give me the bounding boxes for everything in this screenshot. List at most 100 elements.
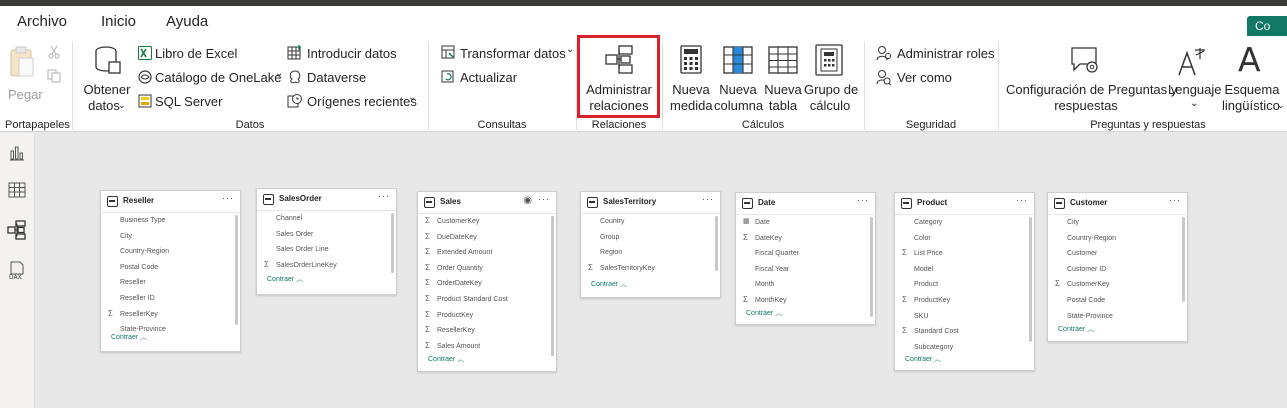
model-canvas[interactable]: Reseller ··· Business Type City Country-Regi… <box>36 133 1287 408</box>
field-row[interactable]: Reseller ID <box>101 293 240 309</box>
scrollbar[interactable] <box>551 216 554 356</box>
manage-roles-button[interactable]: Administrar roles <box>875 45 995 63</box>
view-as-button[interactable]: Ver como <box>875 69 955 87</box>
collapse-link[interactable]: Contraer ︿ <box>746 308 782 318</box>
field-row[interactable]: Σ Order Quantity <box>418 263 556 279</box>
collapse-link[interactable]: Contraer ︿ <box>267 274 303 284</box>
more-options-icon[interactable]: ··· <box>702 194 714 204</box>
calc-group-button[interactable]: Grupo de cálculo <box>804 42 858 116</box>
table-header[interactable]: SalesOrder ··· <box>257 189 396 211</box>
field-row[interactable]: Σ ProductKey <box>895 295 1034 311</box>
table-card-sales[interactable]: Sales ··· ◉ Σ CustomerKey Σ DueDateKey Σ Extende… <box>417 191 557 372</box>
field-row[interactable]: Postal Code <box>1048 295 1187 311</box>
field-row[interactable]: Σ ResellerKey <box>101 309 240 325</box>
table-card-customer[interactable]: Customer ··· City Country-Region Customer Cus… <box>1047 192 1188 342</box>
table-card-salesterritory[interactable]: SalesTerritory ··· Country Group Region Σ Sale… <box>580 191 721 298</box>
qa-config-button[interactable]: Configuración de Preguntas y respuestas <box>1006 42 1177 116</box>
field-row[interactable]: Fiscal Quarter <box>736 248 875 264</box>
table-card-product[interactable]: Product ··· Category Color Σ List Price Model P… <box>894 192 1035 371</box>
field-row[interactable]: Month <box>736 279 875 295</box>
table-header[interactable]: Sales ··· ◉ <box>418 192 556 214</box>
more-options-icon[interactable]: ··· <box>1169 195 1181 205</box>
field-row[interactable]: Country <box>581 216 720 232</box>
paste-button[interactable]: Pegar <box>5 42 43 102</box>
tab-archivo[interactable]: Archivo <box>17 13 67 30</box>
field-row[interactable]: Σ SalesTerritoryKey <box>581 263 720 279</box>
excel-button[interactable]: Libro de Excel <box>136 45 237 63</box>
field-row[interactable]: Σ ProductKey <box>418 310 556 326</box>
recent-sources-button[interactable]: Orígenes recientes ⌄ <box>286 92 418 111</box>
field-row[interactable]: ▦ Date <box>736 217 875 233</box>
new-table-button[interactable]: Nueva tabla <box>764 42 802 116</box>
field-row[interactable]: Group <box>581 232 720 248</box>
field-row[interactable]: Color <box>895 233 1034 249</box>
collapse-link[interactable]: Contraer ︿ <box>1058 324 1094 334</box>
field-row[interactable]: Country-Region <box>101 246 240 262</box>
dax-query-view-icon[interactable]: DAX <box>7 260 27 280</box>
more-options-icon[interactable]: ··· <box>1016 195 1028 205</box>
report-view-icon[interactable] <box>7 143 27 163</box>
copy-icon[interactable] <box>47 69 61 83</box>
new-column-button[interactable]: Nueva columna <box>714 42 763 116</box>
dataverse-button[interactable]: Dataverse <box>286 69 366 87</box>
collapse-link[interactable]: Contraer ︿ <box>428 354 464 364</box>
table-card-date[interactable]: Date ··· ▦ Date Σ DateKey Fiscal Quarter Fiscal… <box>735 192 876 325</box>
field-row[interactable]: Postal Code <box>101 262 240 278</box>
table-header[interactable]: SalesTerritory ··· <box>581 192 720 214</box>
refresh-button[interactable]: Actualizar <box>440 69 520 87</box>
collapse-link[interactable]: Contraer ︿ <box>905 354 941 364</box>
field-row[interactable]: Σ Product Standard Cost <box>418 294 556 310</box>
scrollbar[interactable] <box>1182 217 1185 302</box>
field-row[interactable]: SKU <box>895 311 1034 327</box>
field-row[interactable]: Sales Order Line <box>257 244 396 260</box>
field-row[interactable]: Σ OrderDateKey <box>418 278 556 294</box>
field-row[interactable]: Customer <box>1048 248 1187 264</box>
table-header[interactable]: Reseller ··· <box>101 191 240 213</box>
scrollbar[interactable] <box>1029 217 1032 342</box>
field-row[interactable]: Σ Extended Amount <box>418 247 556 263</box>
sql-server-button[interactable]: SQL Server <box>136 93 226 111</box>
field-row[interactable]: Region <box>581 247 720 263</box>
scrollbar[interactable] <box>235 215 238 325</box>
field-row[interactable]: Country-Region <box>1048 233 1187 249</box>
get-data-button[interactable]: Obtener datos ⌄ <box>82 42 132 114</box>
enter-data-button[interactable]: Introducir datos <box>286 45 397 63</box>
more-options-icon[interactable]: ··· <box>378 191 390 201</box>
field-row[interactable]: Σ DateKey <box>736 233 875 249</box>
field-row[interactable]: Business Type <box>101 215 240 231</box>
scrollbar[interactable] <box>391 213 394 273</box>
field-row[interactable]: Sales Order <box>257 229 396 245</box>
field-row[interactable]: Σ DueDateKey <box>418 232 556 248</box>
tab-ayuda[interactable]: Ayuda <box>166 13 208 30</box>
field-row[interactable]: Reseller <box>101 277 240 293</box>
collapse-link[interactable]: Contraer ︿ <box>591 279 627 289</box>
more-options-icon[interactable]: ··· <box>538 194 550 204</box>
field-row[interactable]: Product <box>895 279 1034 295</box>
tab-inicio[interactable]: Inicio <box>101 13 136 30</box>
table-header[interactable]: Product ··· <box>895 193 1034 215</box>
language-button[interactable]: Lenguaje ⌄ <box>1168 42 1222 116</box>
field-row[interactable]: Channel <box>257 213 396 229</box>
model-view-icon[interactable] <box>7 220 27 240</box>
field-row[interactable]: Σ CustomerKey <box>1048 279 1187 295</box>
table-header[interactable]: Date ··· <box>736 193 875 215</box>
field-row[interactable]: City <box>1048 217 1187 233</box>
more-options-icon[interactable]: ··· <box>857 195 869 205</box>
field-row[interactable]: Σ ResellerKey <box>418 325 556 341</box>
transform-data-button[interactable]: Transformar datos ⌄ <box>440 44 576 63</box>
linguistic-schema-button[interactable]: A Esquema lingüístico ⌄ <box>1222 40 1287 116</box>
cut-icon[interactable] <box>47 45 61 59</box>
visibility-icon[interactable]: ◉ <box>523 195 532 206</box>
field-row[interactable]: Fiscal Year <box>736 264 875 280</box>
field-row[interactable]: Σ CustomerKey <box>418 216 556 232</box>
field-row[interactable]: Σ List Price <box>895 248 1034 264</box>
onelake-button[interactable]: Catálogo de OneLake ⌄ <box>136 68 284 87</box>
table-header[interactable]: Customer ··· <box>1048 193 1187 215</box>
scrollbar[interactable] <box>715 216 718 271</box>
collapse-link[interactable]: Contraer ︿ <box>111 332 147 342</box>
table-view-icon[interactable] <box>7 180 27 200</box>
more-options-icon[interactable]: ··· <box>222 193 234 203</box>
share-button[interactable]: Co <box>1247 16 1287 38</box>
field-row[interactable]: Σ Standard Cost <box>895 326 1034 342</box>
new-measure-button[interactable]: Nueva medida <box>670 42 713 116</box>
